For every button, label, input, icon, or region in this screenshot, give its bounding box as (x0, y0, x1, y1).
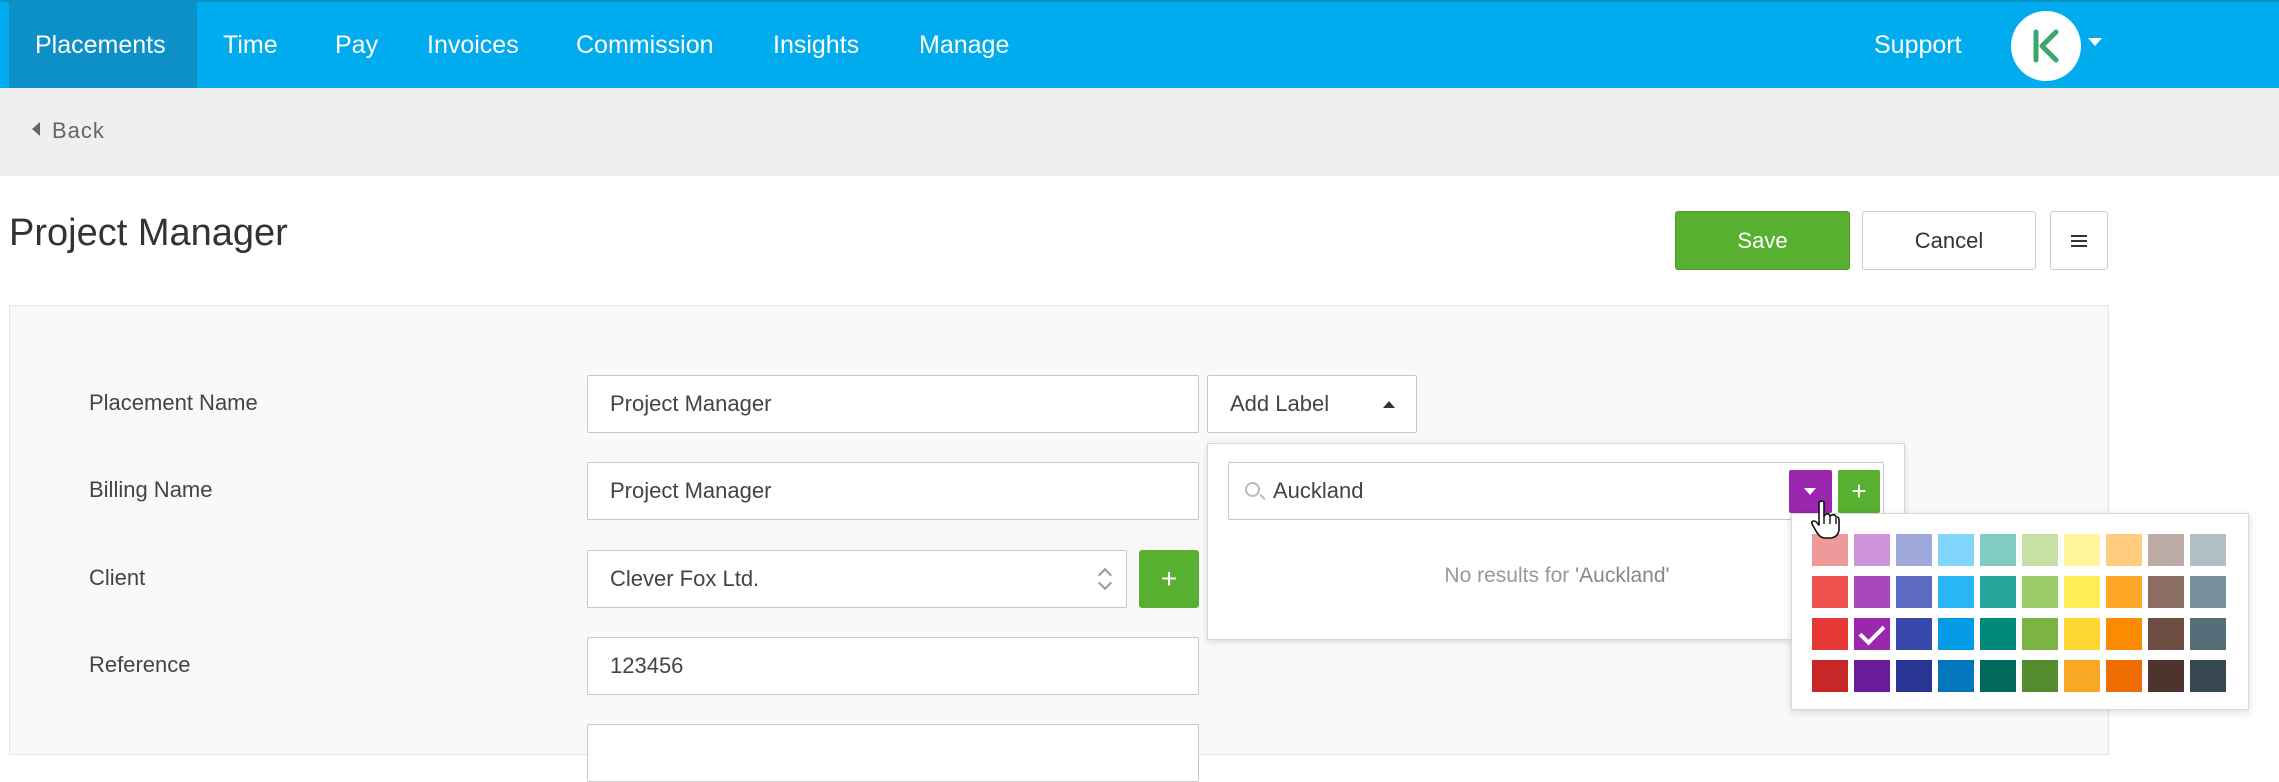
color-swatch[interactable] (1938, 660, 1974, 692)
color-swatch[interactable] (2148, 660, 2184, 692)
sort-arrows-icon (1098, 565, 1112, 593)
hamburger-icon (2071, 234, 2087, 247)
add-client-button[interactable]: + (1139, 550, 1199, 608)
user-avatar[interactable] (2011, 11, 2081, 81)
color-swatch[interactable] (2190, 618, 2226, 650)
reference-label: Reference (89, 652, 191, 677)
color-swatch[interactable] (2148, 618, 2184, 650)
hand-cursor-icon (1810, 500, 1840, 539)
add-label-text: Add Label (1230, 391, 1330, 416)
nav-pay[interactable]: Pay (309, 2, 404, 88)
nav-manage[interactable]: Manage (893, 2, 1035, 88)
no-results-query: 'Auckland' (1575, 564, 1670, 587)
placement-name-field[interactable]: Project Manager (587, 375, 1199, 433)
color-swatch[interactable] (1812, 660, 1848, 692)
label-search-value: Auckland (1273, 478, 1364, 503)
billing-name-field[interactable]: Project Manager (587, 462, 1199, 520)
color-swatch[interactable] (2022, 618, 2058, 650)
client-value: Clever Fox Ltd. (610, 566, 760, 591)
color-swatch[interactable] (2106, 618, 2142, 650)
color-swatch[interactable] (2022, 576, 2058, 608)
color-swatch[interactable] (2064, 534, 2100, 566)
page-title: Project Manager (9, 212, 288, 254)
back-link[interactable]: Back (32, 118, 105, 144)
nav-insights[interactable]: Insights (747, 2, 885, 88)
nav-invoices[interactable]: Invoices (401, 2, 545, 88)
color-swatch[interactable] (2190, 534, 2226, 566)
color-swatch[interactable] (1812, 576, 1848, 608)
color-swatch[interactable] (1896, 618, 1932, 650)
color-swatch[interactable] (1938, 618, 1974, 650)
color-swatch[interactable] (2022, 534, 2058, 566)
color-swatch[interactable] (2106, 534, 2142, 566)
placement-name-label: Placement Name (89, 390, 258, 415)
color-swatch[interactable] (2106, 576, 2142, 608)
search-icon (1245, 482, 1260, 497)
color-swatch[interactable] (1980, 660, 2016, 692)
color-swatch[interactable] (2106, 660, 2142, 692)
color-swatch[interactable] (1980, 576, 2016, 608)
back-label: Back (52, 118, 105, 143)
color-swatch[interactable] (2064, 576, 2100, 608)
top-navigation: Placements Time Pay Invoices Commission … (0, 0, 2279, 88)
color-swatch[interactable] (2064, 618, 2100, 650)
add-label-button[interactable]: Add Label (1207, 375, 1417, 433)
color-swatch[interactable] (1896, 576, 1932, 608)
next-field[interactable] (587, 724, 1199, 782)
nav-placements[interactable]: Placements (9, 2, 197, 88)
cancel-button[interactable]: Cancel (1862, 211, 2036, 270)
nav-time[interactable]: Time (197, 2, 304, 88)
billing-name-label: Billing Name (89, 477, 213, 502)
color-swatch[interactable] (1854, 576, 1890, 608)
color-swatch[interactable] (1980, 534, 2016, 566)
nav-commission[interactable]: Commission (550, 2, 740, 88)
add-label-confirm-button[interactable]: + (1838, 470, 1880, 513)
nav-support[interactable]: Support (1848, 2, 1988, 88)
color-swatch[interactable] (2148, 534, 2184, 566)
color-palette (1791, 513, 2249, 710)
color-swatch[interactable] (1854, 660, 1890, 692)
color-swatch[interactable] (2190, 660, 2226, 692)
color-swatch[interactable] (1854, 618, 1890, 650)
color-swatch[interactable] (1812, 618, 1848, 650)
back-bar: Back (0, 88, 2279, 176)
color-swatch[interactable] (1980, 618, 2016, 650)
user-avatar-icon (2033, 29, 2059, 63)
more-menu-button[interactable] (2050, 211, 2108, 270)
client-select[interactable]: Clever Fox Ltd. (587, 550, 1127, 608)
caret-up-icon (1383, 401, 1395, 408)
color-swatch[interactable] (1854, 534, 1890, 566)
color-swatch[interactable] (2064, 660, 2100, 692)
no-results-prefix: No results for (1444, 564, 1576, 587)
color-swatch[interactable] (1938, 576, 1974, 608)
color-swatch[interactable] (2022, 660, 2058, 692)
client-label: Client (89, 565, 146, 590)
color-swatch[interactable] (1896, 534, 1932, 566)
color-swatch[interactable] (2148, 576, 2184, 608)
reference-field[interactable]: 123456 (587, 637, 1199, 695)
color-swatch[interactable] (1938, 534, 1974, 566)
color-swatch[interactable] (1896, 660, 1932, 692)
color-swatch[interactable] (2190, 576, 2226, 608)
save-button[interactable]: Save (1675, 211, 1850, 270)
label-search-input[interactable]: Auckland (1228, 462, 1884, 520)
chevron-left-icon (32, 122, 40, 136)
chevron-down-icon[interactable] (2088, 38, 2102, 46)
